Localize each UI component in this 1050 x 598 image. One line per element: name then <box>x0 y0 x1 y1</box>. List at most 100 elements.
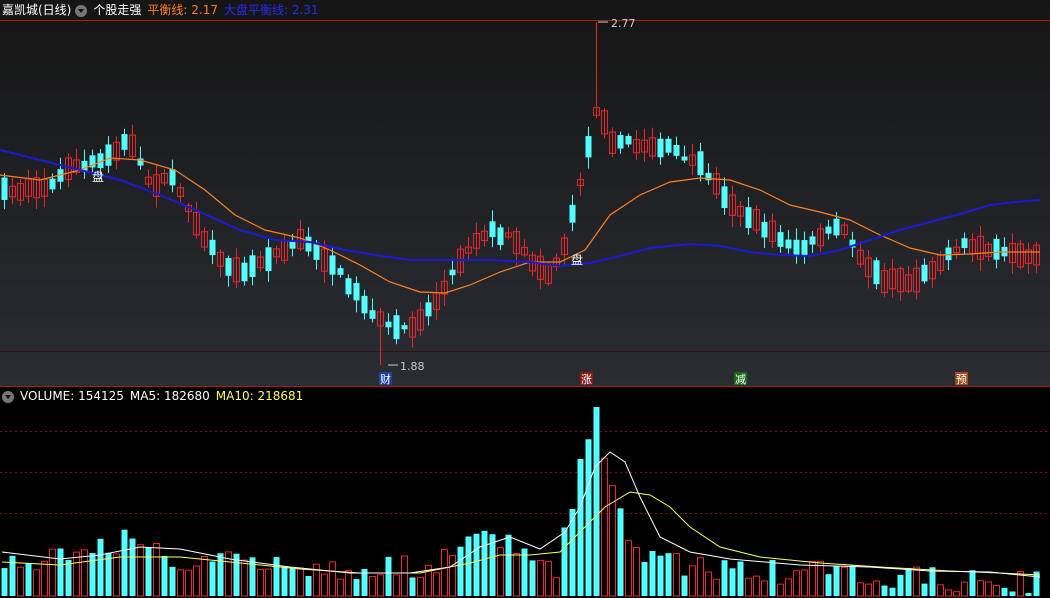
volume-bar-up <box>713 578 720 597</box>
stock-title: 嘉凯城(日线) <box>2 3 72 17</box>
volume-header: VOLUME: 154125 MA5: 182680 MA10: 218681 <box>0 386 309 406</box>
candle-body-down <box>121 134 128 150</box>
candle-body-down <box>625 135 632 145</box>
volume-bar-down <box>577 459 584 596</box>
volume-bar-up <box>945 589 952 597</box>
volume-chart-svg[interactable] <box>0 387 1050 598</box>
volume-chart-panel[interactable]: VOLUME: 154125 MA5: 182680 MA10: 218681 <box>0 387 1050 598</box>
candle-body-down <box>993 238 1000 260</box>
volume-bar-down <box>721 560 728 596</box>
volume-bar-up <box>961 581 968 597</box>
volume-bar-down <box>641 562 648 596</box>
volume-bar-up <box>873 580 880 597</box>
volume-bar-up <box>809 561 816 597</box>
volume-bar-up <box>265 568 272 597</box>
volume-bar-down <box>833 566 840 596</box>
volume-bar-down <box>89 553 96 596</box>
volume-bar-up <box>977 580 984 597</box>
indicator-name: 个股走强 <box>93 3 142 17</box>
candle-body-down <box>801 240 808 257</box>
volume-bar-down <box>649 551 656 596</box>
volume-bar-up <box>513 553 520 597</box>
volume-bar-up <box>329 561 336 597</box>
volume-bar-down <box>889 587 896 596</box>
candle-body-down <box>793 239 800 257</box>
volume-bar-up <box>137 544 144 597</box>
volume-bar-down <box>305 576 312 596</box>
volume-bar-up <box>17 566 24 597</box>
price-chart-svg[interactable]: 盘盘2.771.88财涨减预 <box>0 0 1050 387</box>
volume-bar-down <box>457 546 464 596</box>
volume-bar-up <box>33 569 40 597</box>
volume-bar-up <box>857 582 864 597</box>
volume-bar-up <box>865 583 872 597</box>
ma10-value: 218681 <box>257 389 304 403</box>
volume-bar-down <box>825 574 832 596</box>
volume-bar-up <box>241 559 248 597</box>
chevron-down-icon[interactable] <box>2 390 14 403</box>
candle-body-down <box>337 268 344 275</box>
candle-body-down <box>105 144 112 166</box>
volume-bar-up <box>545 560 552 597</box>
volume-bar-up <box>817 561 824 597</box>
volume-bar-up <box>441 548 448 597</box>
candle-body-down <box>49 178 56 190</box>
volume-bar-down <box>729 568 736 596</box>
volume-bar-up <box>537 559 544 597</box>
candle-body-down <box>329 255 336 275</box>
volume-bar-up <box>793 570 800 597</box>
candle-body-down <box>785 239 792 249</box>
volume-bar-up <box>377 574 384 597</box>
volume-bar-down <box>65 559 72 596</box>
vol-ma10-line <box>1 491 1041 576</box>
volume-value: 154125 <box>78 389 124 403</box>
candle-body-down <box>425 302 432 317</box>
volume-bar-down <box>25 563 32 596</box>
candle-body-down <box>809 236 816 245</box>
volume-bar-down <box>473 533 480 596</box>
volume-bar-up <box>369 575 376 597</box>
volume-bar-up <box>449 554 456 597</box>
candle-body-down <box>489 221 496 238</box>
chevron-down-icon[interactable] <box>75 4 88 17</box>
candle-body-down <box>353 282 360 301</box>
ma5-value: 182680 <box>163 389 210 403</box>
volume-bar-up <box>953 591 960 597</box>
badge-jian: 减 <box>735 373 746 386</box>
price-chart-panel[interactable]: 盘盘 2.77 1.88 财涨减预 嘉凯城(日线) 个股走强 平衡线: 2.17 大盘平衡线… <box>0 0 1050 387</box>
volume-bar-down <box>465 536 472 596</box>
balance-line-label: 平衡线: <box>147 3 192 17</box>
volume-bar-down <box>353 579 360 596</box>
volume-bar-down <box>169 566 176 596</box>
volume-bar-down <box>121 529 128 596</box>
candle-body-down <box>585 136 592 158</box>
high-price-label: 2.77 <box>611 17 636 30</box>
volume-bar-down <box>385 556 392 596</box>
volume-bar-down <box>129 538 136 596</box>
volume-bar-up <box>705 571 712 597</box>
candle-body-down <box>497 227 504 246</box>
volume-bar-down <box>1001 587 1008 596</box>
volume-bar-up <box>201 556 208 597</box>
candle-body-down <box>449 269 456 276</box>
volume-bar-up <box>753 575 760 597</box>
pan-marker-2: 盘 <box>571 252 583 267</box>
volume-bar-down <box>57 548 64 596</box>
volume-bar-down <box>217 553 224 596</box>
candle-body-down <box>361 295 368 314</box>
volume-bar-up <box>401 555 408 597</box>
volume-bar-up <box>985 581 992 597</box>
volume-bar-down <box>905 567 912 596</box>
volume-bar-down <box>737 561 744 596</box>
volume-bar-up <box>553 577 560 597</box>
candle-body-down <box>241 262 248 282</box>
volume-bar-up <box>625 540 632 597</box>
candle-body-down <box>169 169 176 186</box>
volume-bar-up <box>433 572 440 597</box>
candle-body-down <box>393 315 400 340</box>
volume-bar-down <box>481 530 488 596</box>
candle-body-down <box>385 321 392 328</box>
volume-bar-down <box>1025 593 1032 596</box>
volume-bar-up <box>937 584 944 597</box>
volume-bar-down <box>769 559 776 596</box>
